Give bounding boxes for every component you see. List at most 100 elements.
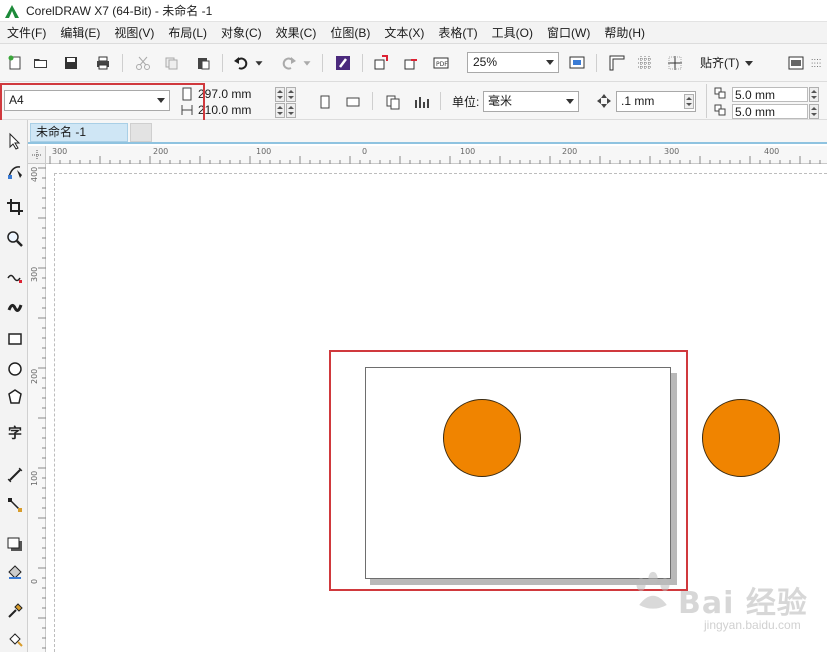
page-height-field[interactable]: 297.0 mm xyxy=(198,87,274,102)
text-tool-icon[interactable]: 字 xyxy=(4,422,26,444)
chevron-down-icon xyxy=(745,61,754,66)
page-width-row: 210.0 mm xyxy=(180,102,296,118)
watermark-sub-text: jingyan.baidu.com xyxy=(704,618,801,632)
menu-text[interactable]: 文本(X) xyxy=(377,22,431,44)
transparency-tool-icon[interactable] xyxy=(4,562,26,584)
baidu-watermark: Bai 经验 jingyan.baidu.com xyxy=(630,568,820,648)
connector-tool-icon[interactable] xyxy=(4,494,26,516)
property-bar: A4 297.0 mm 210.0 mm xyxy=(0,82,827,120)
menu-window[interactable]: 窗口(W) xyxy=(540,22,597,44)
nudge-distance-field[interactable]: .1 mm xyxy=(616,91,696,112)
ellipse-tool-icon[interactable] xyxy=(4,358,26,380)
orange-circle-on-page[interactable] xyxy=(443,399,521,477)
zoom-level-select[interactable]: 25% xyxy=(467,52,559,73)
duplicate-x-field[interactable]: 5.0 mm xyxy=(732,86,808,102)
ruler-label: 100 xyxy=(460,147,476,156)
full-screen-preview-icon[interactable] xyxy=(566,52,588,74)
artistic-media-tool-icon[interactable] xyxy=(4,296,26,318)
page-height-lock[interactable] xyxy=(286,86,296,102)
crop-tool-icon[interactable] xyxy=(4,196,26,218)
document-tab[interactable]: 未命名 -1 xyxy=(30,123,128,142)
menu-file[interactable]: 文件(F) xyxy=(0,22,53,44)
ruler-label: 100 xyxy=(30,470,39,486)
ruler-label: 0 xyxy=(362,147,368,156)
menu-help[interactable]: 帮助(H) xyxy=(597,22,652,44)
duplicate-x-spinner[interactable] xyxy=(809,86,819,102)
landscape-icon[interactable] xyxy=(342,91,364,113)
application-launcher-icon[interactable] xyxy=(810,52,824,74)
duplicate-y-row: 5.0 mm xyxy=(714,103,819,119)
chevron-down-icon xyxy=(566,99,574,104)
save-icon[interactable] xyxy=(60,52,82,74)
new-document-icon[interactable] xyxy=(4,52,26,74)
document-tab-label: 未命名 -1 xyxy=(36,125,87,139)
units-label: 单位: xyxy=(452,95,480,109)
new-tab-button[interactable] xyxy=(130,123,152,142)
show-grid-icon[interactable] xyxy=(634,52,656,74)
pick-tool-icon[interactable] xyxy=(4,130,26,152)
freehand-tool-icon[interactable] xyxy=(4,266,26,288)
drop-shadow-tool-icon[interactable] xyxy=(4,534,26,556)
document-page[interactable] xyxy=(365,367,671,579)
undo-icon[interactable] xyxy=(230,52,252,74)
current-page-icon[interactable] xyxy=(410,91,432,113)
duplicate-y-field[interactable]: 5.0 mm xyxy=(732,103,808,119)
ruler-label: 0 xyxy=(30,578,39,584)
zoom-tool-icon[interactable] xyxy=(4,228,26,250)
options-icon[interactable] xyxy=(785,52,807,74)
menu-bitmaps[interactable]: 位图(B) xyxy=(323,22,377,44)
duplicate-y-spinner[interactable] xyxy=(809,103,819,119)
interactive-fill-tool-icon[interactable] xyxy=(4,628,26,650)
ruler-label: 200 xyxy=(30,368,39,384)
watermark-main-text: Bai 经验 xyxy=(678,586,808,621)
copy-icon[interactable] xyxy=(160,52,182,74)
menu-edit[interactable]: 编辑(E) xyxy=(53,22,107,44)
ruler-label: 300 xyxy=(30,266,39,282)
menu-tools[interactable]: 工具(O) xyxy=(485,22,540,44)
cut-icon[interactable] xyxy=(132,52,154,74)
menu-table[interactable]: 表格(T) xyxy=(431,22,484,44)
import-icon[interactable] xyxy=(370,52,392,74)
page-width-field[interactable]: 210.0 mm xyxy=(198,103,274,118)
document-tab-bar: 未命名 -1 xyxy=(28,120,827,144)
rectangle-tool-icon[interactable] xyxy=(4,328,26,350)
ruler-origin-corner[interactable] xyxy=(28,146,46,164)
units-select[interactable]: 毫米 xyxy=(483,91,579,112)
menu-layout[interactable]: 布局(L) xyxy=(161,22,214,44)
orange-circle-off-page[interactable] xyxy=(702,399,780,477)
paste-icon[interactable] xyxy=(192,52,214,74)
menu-view[interactable]: 视图(V) xyxy=(107,22,161,44)
open-folder-icon[interactable] xyxy=(30,52,52,74)
horizontal-ruler[interactable]: 300 200 100 0 100 200 300 400 xyxy=(28,146,827,164)
export-icon[interactable] xyxy=(400,52,422,74)
nudge-distance-spinner[interactable] xyxy=(684,94,694,109)
horizontal-ruler-ticks xyxy=(49,156,821,164)
snap-to-button[interactable]: 贴齐(T) xyxy=(700,53,755,73)
redo-icon[interactable] xyxy=(278,52,300,74)
dimension-tool-icon[interactable] xyxy=(4,464,26,486)
page-width-spinner[interactable] xyxy=(275,102,285,118)
page-height-spinner[interactable] xyxy=(275,86,285,102)
duplicate-x-icon xyxy=(714,87,726,99)
undo-dropdown-icon[interactable] xyxy=(252,52,266,74)
print-icon[interactable] xyxy=(92,52,114,74)
menu-bar: 文件(F) 编辑(E) 视图(V) 布局(L) 对象(C) 效果(C) 位图(B… xyxy=(0,22,827,44)
portrait-icon[interactable] xyxy=(314,91,336,113)
all-pages-icon[interactable] xyxy=(382,91,404,113)
title-bar: CorelDRAW X7 (64-Bit) - 未命名 -1 xyxy=(0,0,827,22)
search-content-icon[interactable] xyxy=(332,52,354,74)
menu-object[interactable]: 对象(C) xyxy=(214,22,269,44)
polygon-tool-icon[interactable] xyxy=(4,386,26,408)
shape-tool-icon[interactable] xyxy=(4,160,26,182)
eyedropper-tool-icon[interactable] xyxy=(4,600,26,622)
vertical-ruler[interactable]: 400 300 200 100 0 xyxy=(28,164,46,652)
show-rulers-icon[interactable] xyxy=(606,52,628,74)
page-height-row: 297.0 mm xyxy=(180,86,296,102)
menu-effects[interactable]: 效果(C) xyxy=(269,22,324,44)
standard-toolbar: PDF 25% 贴齐(T) xyxy=(0,44,827,82)
publish-pdf-icon[interactable]: PDF xyxy=(430,52,452,74)
redo-dropdown-icon[interactable] xyxy=(300,52,314,74)
show-guidelines-icon[interactable] xyxy=(664,52,686,74)
page-size-select[interactable]: A4 xyxy=(4,90,170,111)
page-width-lock[interactable] xyxy=(286,102,296,118)
